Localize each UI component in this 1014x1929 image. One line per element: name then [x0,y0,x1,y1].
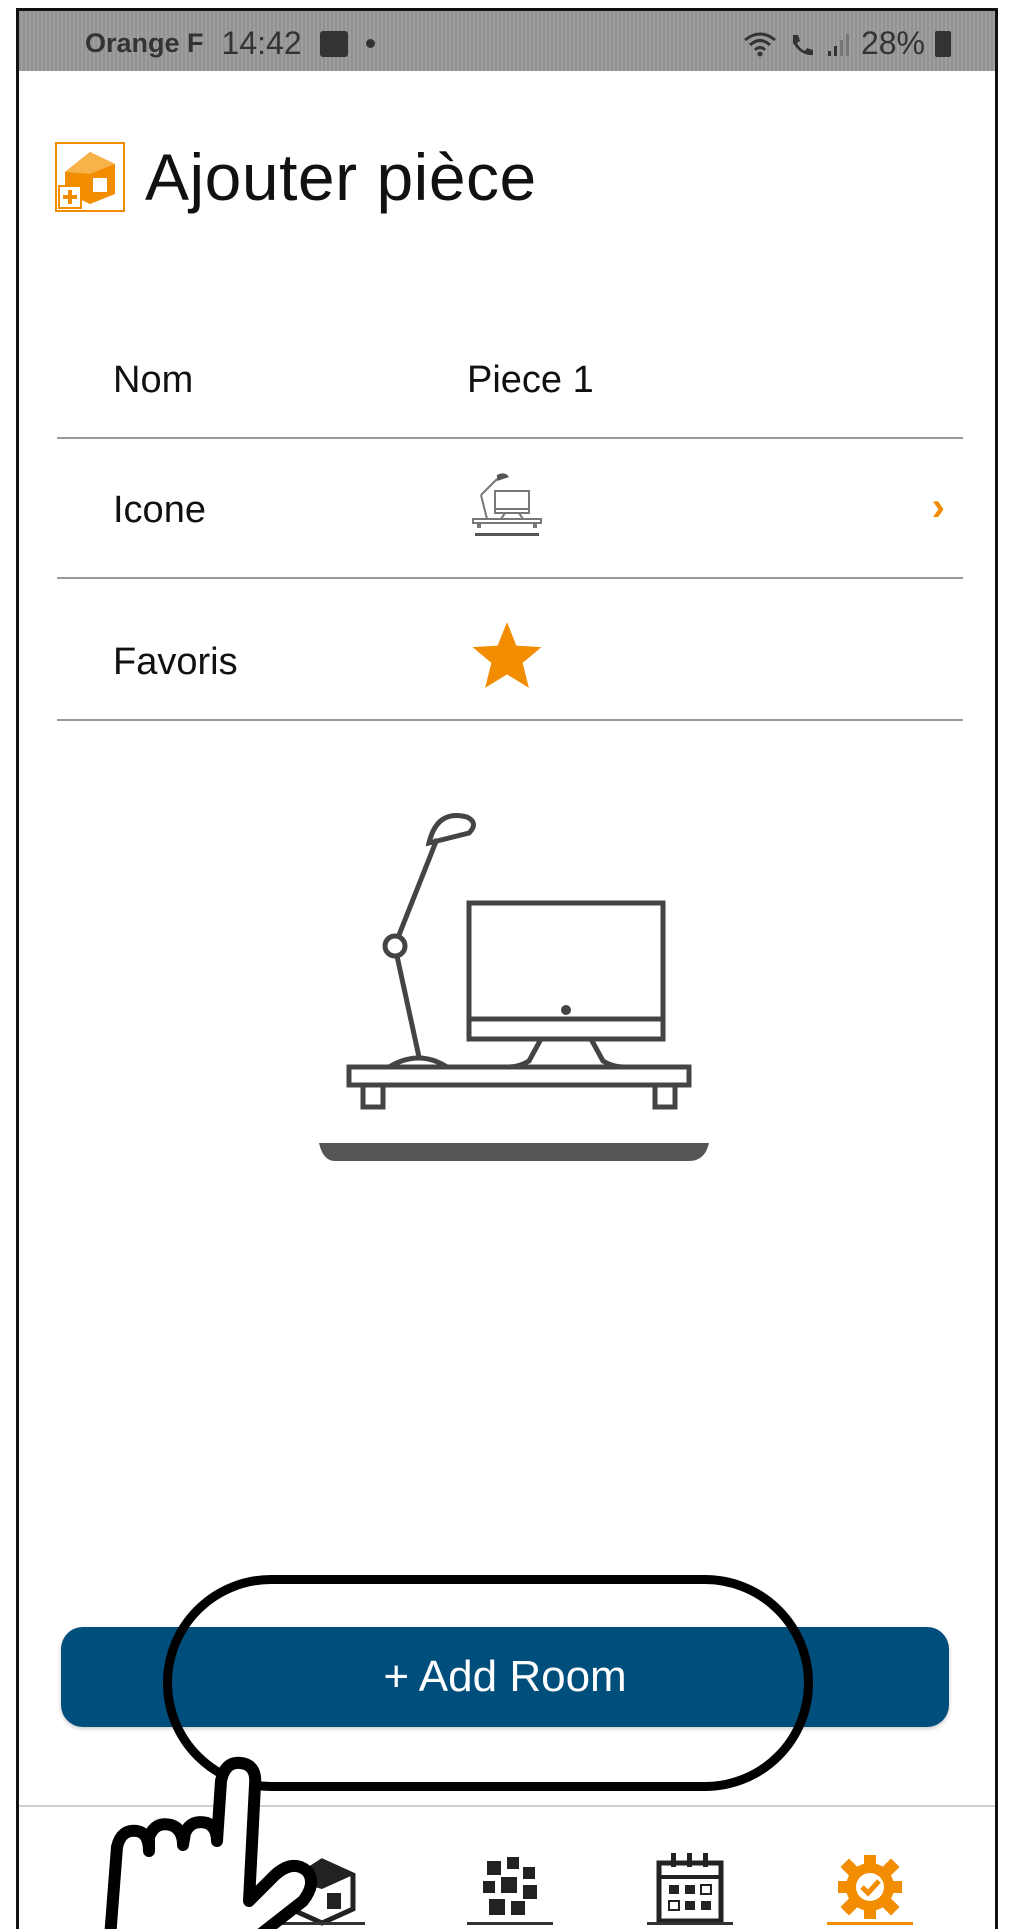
wifi-calling-icon [792,34,813,55]
nav-settings[interactable] [827,1847,913,1929]
status-left: Orange F 14:42 [85,25,375,62]
page-header: Ajouter pièce [55,139,537,215]
calendar-icon [656,1853,724,1924]
icon-label: Icone [113,489,206,531]
nav-active-underline [827,1922,913,1925]
signal-icon [827,33,849,56]
favorite-row[interactable]: Favoris [57,579,963,721]
pointing-hand-icon [104,1756,318,1929]
nav-calendar[interactable] [647,1847,733,1929]
page-title: Ajouter pièce [145,140,537,214]
status-time: 14:42 [221,25,302,61]
status-bar: Orange F 14:42 28% [19,11,995,71]
nav-scenes[interactable] [467,1847,553,1929]
name-row[interactable]: Nom Piece 1 [57,297,963,439]
battery-icon [935,30,951,57]
chevron-right-icon[interactable]: › [932,485,945,530]
gallery-icon [319,30,348,57]
room-icon-preview [319,813,709,1161]
carrier-name: Orange F [85,28,204,58]
nav-underline [467,1922,553,1925]
icon-row[interactable]: Icone › [57,437,963,579]
favorite-label: Favoris [113,641,238,683]
add-room-icon [55,142,125,212]
app-screen: Orange F 14:42 28% Ajouter pièce Nom Pie… [16,8,998,1929]
desk-lamp-computer-icon [472,473,542,536]
status-right: 28% [743,25,951,62]
wifi-icon [744,32,776,56]
scenes-icon [483,1857,537,1915]
star-icon[interactable] [469,619,545,691]
name-label: Nom [113,359,194,401]
nav-underline [647,1922,733,1925]
battery-level: 28% [860,25,925,61]
name-value[interactable]: Piece 1 [467,359,594,402]
settings-gear-icon [838,1855,902,1919]
notification-dot-icon [365,39,375,48]
